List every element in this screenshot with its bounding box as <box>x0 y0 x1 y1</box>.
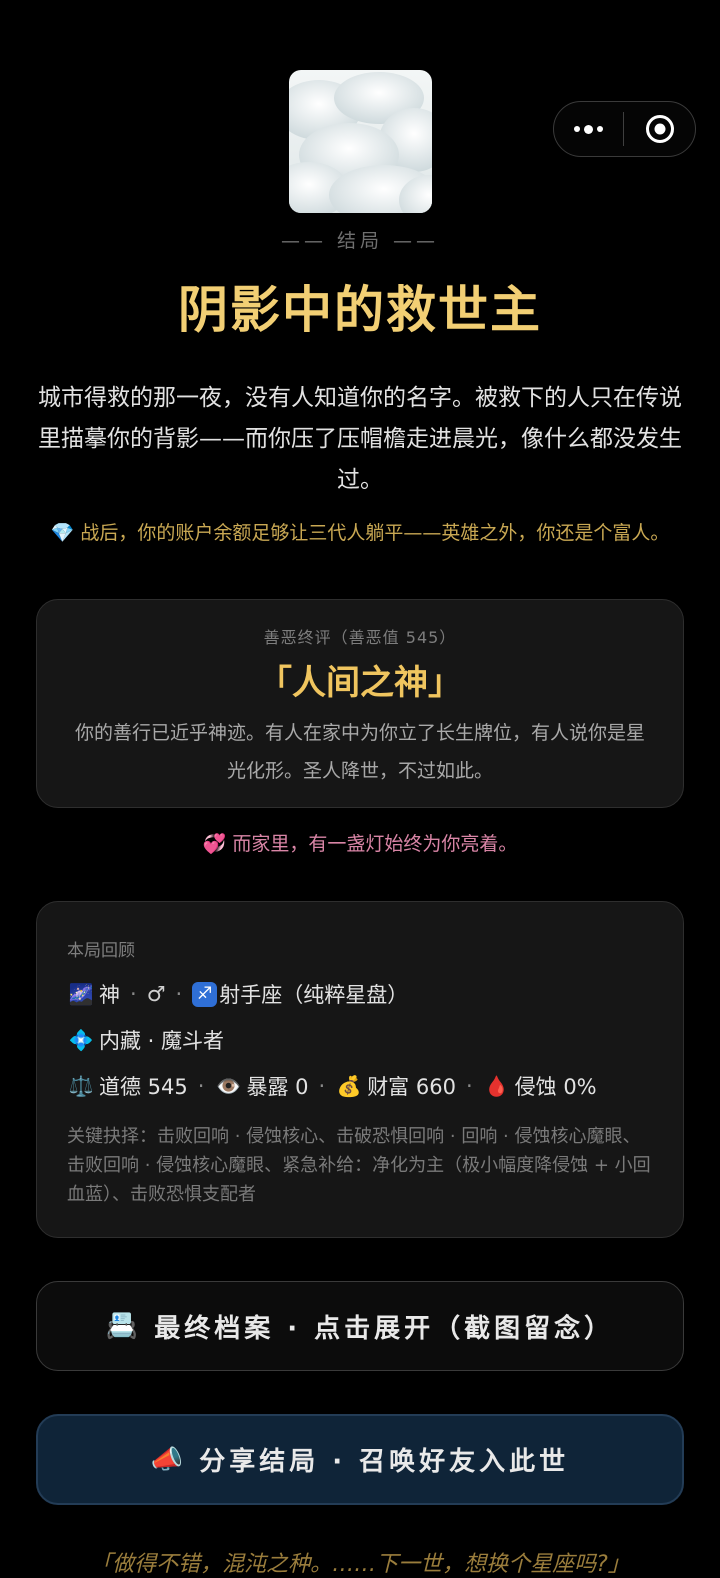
final-archive-button[interactable]: 📇 最终档案 · 点击展开（截图留念） <box>36 1281 684 1371</box>
ending-label: —— 结局 —— <box>280 230 440 252</box>
stat-morality: 道德 545 <box>99 1075 188 1099</box>
ending-story: 城市得救的那一夜，没有人知道你的名字。被救下的人只在传说里描摹你的背影——而你压… <box>38 385 682 493</box>
stat-corrosion: 侵蚀 0% <box>514 1075 597 1099</box>
verdict-description: 你的善行已近乎神迹。有人在家中为你立了长生牌位，有人说你是星光化形。圣人降世，不… <box>74 722 645 782</box>
diamond-shape-icon: 💠 <box>68 1028 94 1052</box>
review-card: 本局回顾 🌌 神 · ♂ · ♐ 射手座（纯粹星盘） 💠 内藏 · 魔斗者 ⚖️… <box>36 901 684 1238</box>
verdict-label: 善恶终评（善恶值 545） <box>263 628 457 647</box>
stat-exposure: 暴露 0 <box>246 1075 309 1099</box>
gem-icon: 💎 <box>50 522 75 544</box>
identity-race: 神 <box>99 983 120 1007</box>
scales-icon: ⚖️ <box>68 1074 94 1098</box>
footer-quote: 「做得不错，混沌之种。……下一世，想换个星座吗?」 <box>90 1552 630 1577</box>
talent-text: 内藏 · 魔斗者 <box>99 1029 225 1053</box>
hearts-icon: 💞 <box>202 833 227 855</box>
clouds-sky-image <box>289 70 432 213</box>
talent-line: 💠 内藏 · 魔斗者 <box>67 1025 663 1055</box>
verdict-name: 「人间之神」 <box>258 663 462 703</box>
megaphone-icon: 📣 <box>150 1444 184 1475</box>
separator-dot: · <box>318 1074 326 1098</box>
eye-icon: 👁️ <box>216 1074 241 1098</box>
more-dots-icon[interactable] <box>554 102 623 156</box>
separator-dot: · <box>197 1074 205 1098</box>
money-bag-icon: 💰 <box>336 1074 362 1098</box>
mini-program-capsule <box>553 101 696 157</box>
separator-dot: · <box>175 982 183 1006</box>
stat-wealth: 财富 660 <box>367 1075 456 1099</box>
review-heading: 本局回顾 <box>67 941 135 961</box>
separator-dot: · <box>465 1074 473 1098</box>
stats-line: ⚖️ 道德 545 · 👁️ 暴露 0 · 💰 财富 660 · 🩸 侵蚀 0% <box>67 1071 663 1101</box>
share-ending-button[interactable]: 📣 分享结局 · 召唤好友入此世 <box>36 1414 684 1505</box>
wealth-note: 💎 战后，你的账户余额足够让三代人躺平——英雄之外，你还是个富人。 <box>40 519 680 548</box>
page-title: 阴影中的救世主 <box>178 281 542 339</box>
wealth-note-text: 战后，你的账户余额足够让三代人躺平——英雄之外，你还是个富人。 <box>80 522 670 544</box>
target-close-icon[interactable] <box>624 102 695 156</box>
sagittarius-icon: ♐ <box>192 981 218 1007</box>
home-note: 💞 而家里，有一盏灯始终为你亮着。 <box>0 829 720 856</box>
verdict-card: 善恶终评（善恶值 545） 「人间之神」 你的善行已近乎神迹。有人在家中为你立了… <box>36 599 684 808</box>
key-choices: 关键抉择：击败回响 · 侵蚀核心、击破恐惧回响 · 回响 · 侵蚀核心魔眼、击败… <box>67 1126 651 1205</box>
identity-zodiac: 射手座（纯粹星盘） <box>219 983 409 1007</box>
share-ending-label: 分享结局 · 召唤好友入此世 <box>199 1447 570 1477</box>
separator-dot: · <box>130 982 137 1006</box>
male-icon: ♂ <box>146 982 166 1006</box>
card-file-icon: 📇 <box>105 1311 139 1341</box>
final-archive-label: 最终档案 · 点击展开（截图留念） <box>154 1313 615 1344</box>
blood-drop-icon: 🩸 <box>484 1074 510 1098</box>
identity-line: 🌌 神 · ♂ · ♐ 射手座（纯粹星盘） <box>67 979 663 1009</box>
galaxy-icon: 🌌 <box>68 982 94 1006</box>
home-note-text: 而家里，有一盏灯始终为你亮着。 <box>232 833 518 855</box>
